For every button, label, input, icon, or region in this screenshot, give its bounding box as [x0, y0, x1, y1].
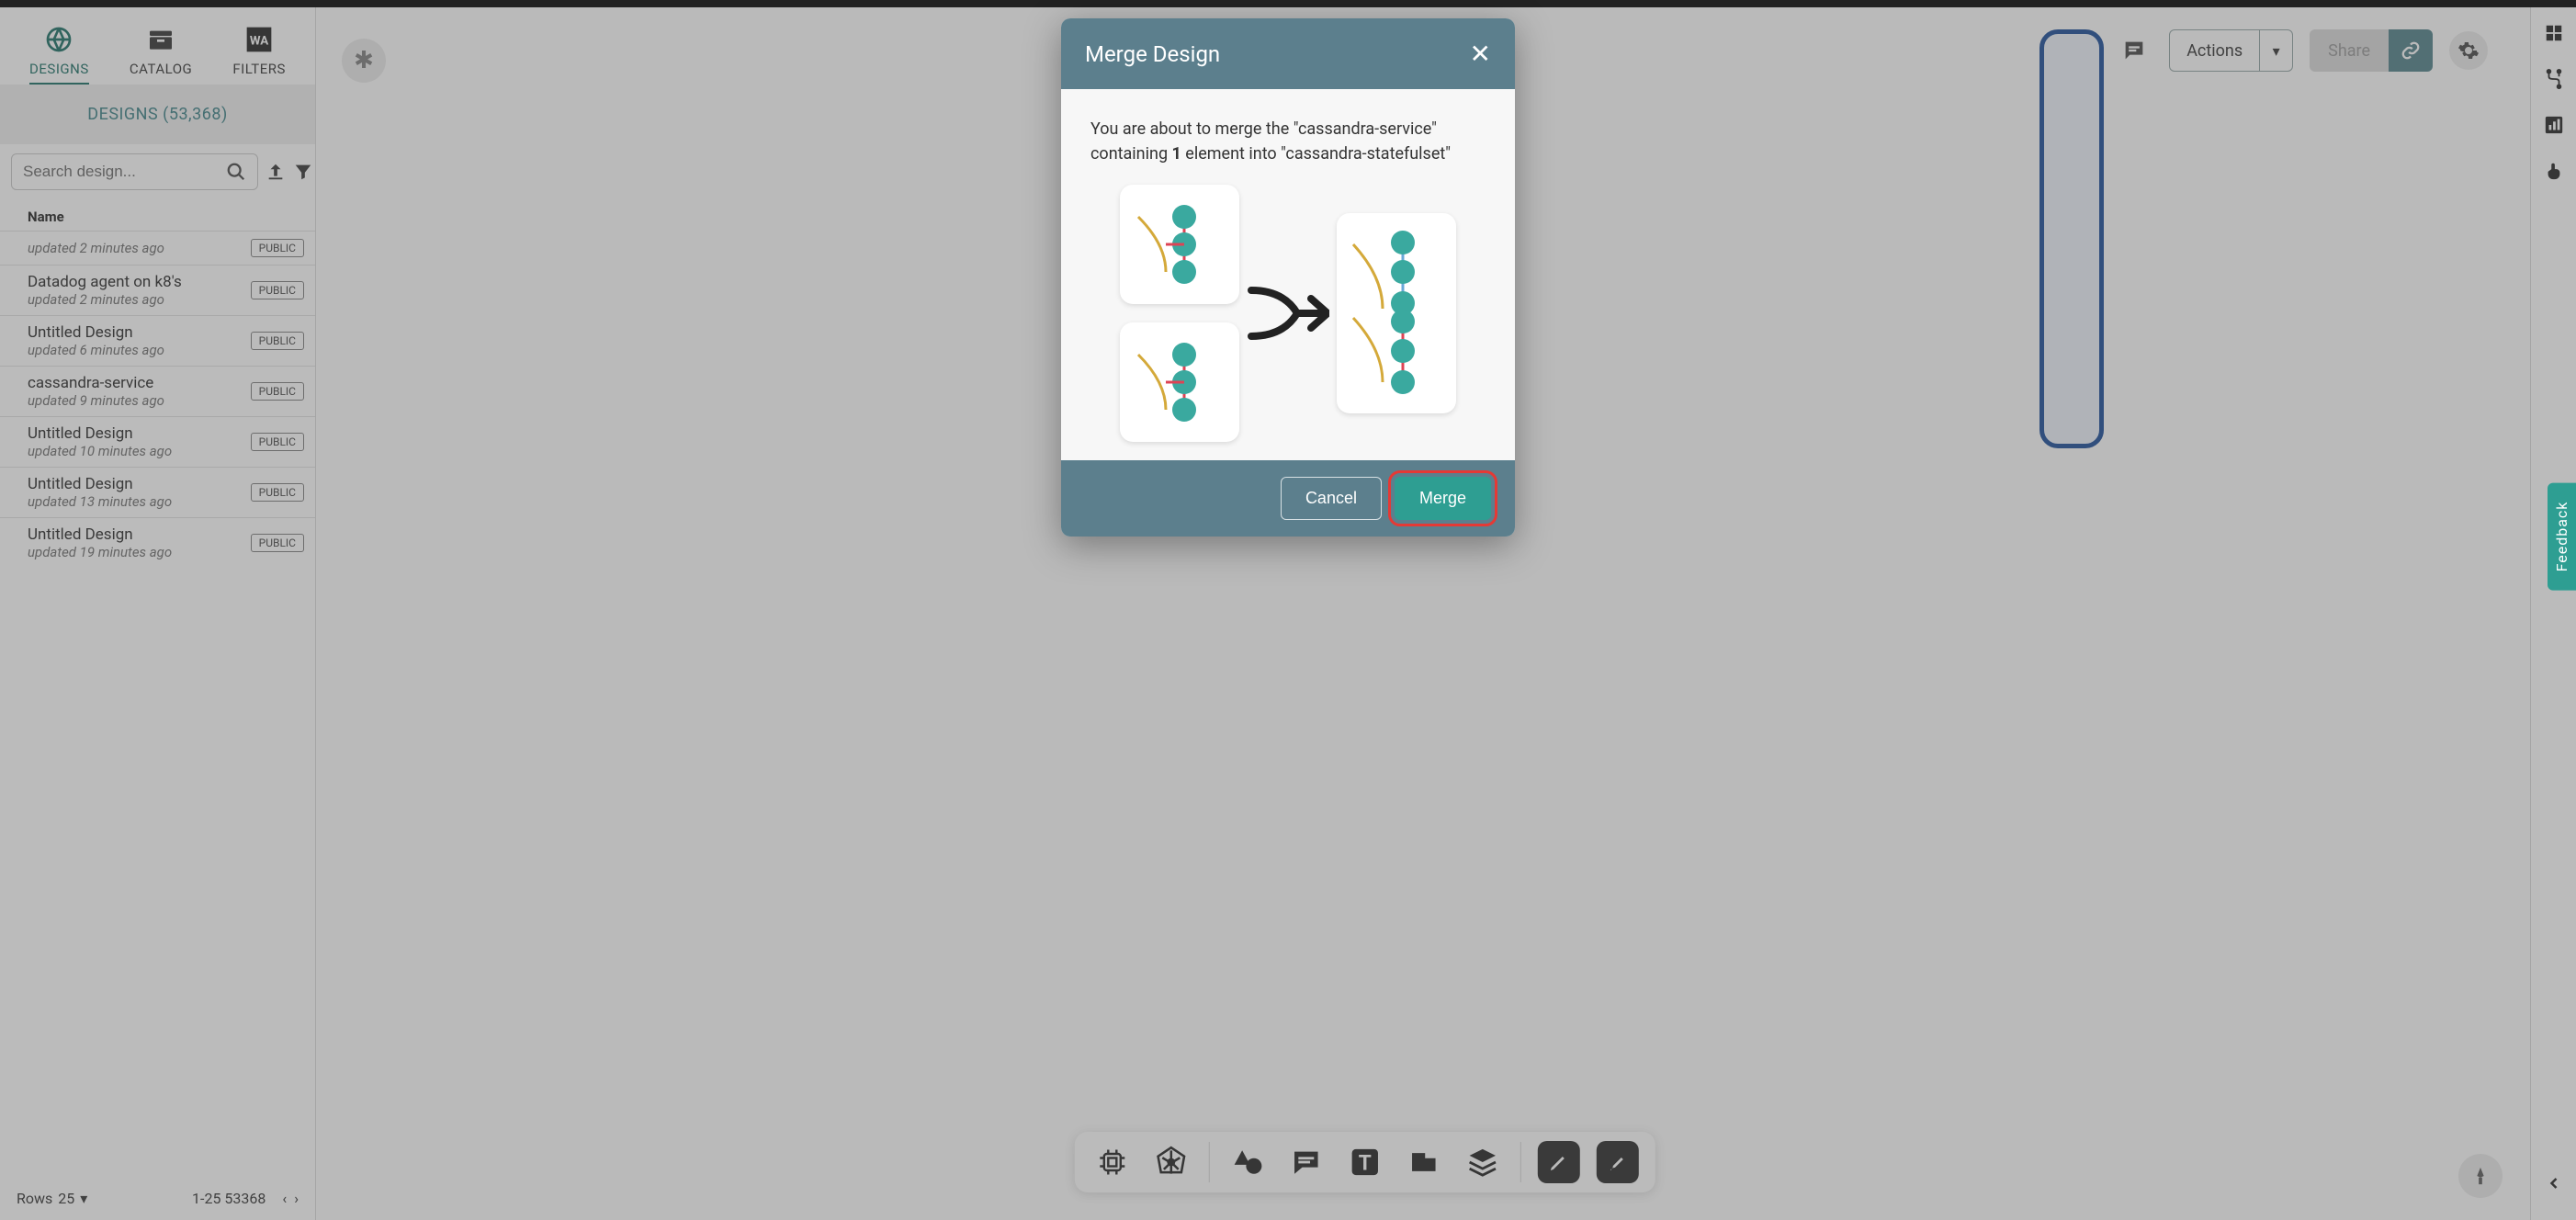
list-header-name: Name [0, 199, 315, 231]
pager: Rows 25 ▾ 1-25 53368 ‹ › [0, 1177, 315, 1220]
share-button[interactable]: Share [2310, 29, 2433, 72]
design-updated: updated 10 minutes ago [28, 443, 172, 459]
canvas-node[interactable] [2039, 29, 2104, 448]
rows-value[interactable]: 25 [58, 1190, 74, 1207]
design-updated: updated 9 minutes ago [28, 392, 164, 409]
list-item[interactable]: Datadog agent on k8's updated 2 minutes … [0, 265, 315, 315]
modal-message: You are about to merge the "cassandra-se… [1090, 117, 1486, 166]
design-list: updated 2 minutes ago PUBLIC Datadog age… [0, 231, 315, 1177]
search-icon [226, 162, 246, 182]
visibility-badge: PUBLIC [251, 382, 304, 401]
arrow-icon [1247, 277, 1329, 350]
page-next-icon[interactable]: › [294, 1190, 299, 1207]
canvas-decoration-icon: ✱ [342, 39, 386, 83]
visibility-badge: PUBLIC [251, 239, 304, 257]
merge-button[interactable]: Merge [1395, 477, 1491, 520]
gear-icon[interactable] [2449, 31, 2488, 70]
list-item[interactable]: Untitled Design updated 10 minutes ago P… [0, 416, 315, 467]
sidebar-tab-label: FILTERS [232, 61, 286, 77]
drawer-icon [145, 24, 176, 55]
upload-icon[interactable] [266, 158, 286, 186]
close-icon[interactable]: ✕ [1470, 39, 1491, 69]
visibility-badge: PUBLIC [251, 433, 304, 451]
text-icon[interactable]: T [1344, 1141, 1386, 1183]
visibility-badge: PUBLIC [251, 281, 304, 299]
cancel-button[interactable]: Cancel [1281, 477, 1382, 520]
comment-icon[interactable] [2116, 32, 2152, 69]
list-item[interactable]: updated 2 minutes ago PUBLIC [0, 231, 315, 265]
design-title: Untitled Design [28, 475, 172, 493]
kubernetes-icon[interactable] [1150, 1141, 1192, 1183]
visibility-badge: PUBLIC [251, 534, 304, 552]
bottom-toolbar: T [1075, 1132, 1655, 1192]
design-title: Untitled Design [28, 323, 164, 342]
list-item[interactable]: Untitled Design updated 6 minutes ago PU… [0, 315, 315, 366]
design-title: Untitled Design [28, 525, 172, 544]
sidebar-tab-label: DESIGNS [29, 61, 89, 85]
aperture-icon [43, 24, 74, 55]
share-label: Share [2310, 29, 2389, 72]
actions-button[interactable]: Actions ▾ [2169, 29, 2293, 72]
page-prev-icon[interactable]: ‹ [282, 1190, 287, 1207]
list-item[interactable]: Untitled Design updated 13 minutes ago P… [0, 467, 315, 517]
collapse-icon[interactable] [2541, 1170, 2567, 1196]
chart-icon[interactable] [2541, 112, 2567, 138]
visibility-badge: PUBLIC [251, 483, 304, 502]
sidebar-tab-label: CATALOG [130, 61, 192, 77]
search-field[interactable] [23, 163, 226, 181]
sidebar-tab-filters[interactable]: WA FILTERS [232, 24, 286, 85]
design-updated: updated 13 minutes ago [28, 493, 172, 510]
wa-icon: WA [243, 24, 275, 55]
tab-icon[interactable] [1403, 1141, 1445, 1183]
feedback-tab[interactable]: Feedback [2548, 483, 2576, 591]
design-title: Datadog agent on k8's [28, 273, 182, 291]
designs-count: DESIGNS (53,368) [0, 85, 315, 144]
chevron-down-icon[interactable]: ▾ [80, 1190, 87, 1207]
shapes-icon[interactable] [1226, 1141, 1269, 1183]
design-title: Untitled Design [28, 424, 172, 443]
pen-badge-icon[interactable] [2458, 1154, 2503, 1198]
feedback-label: Feedback [2553, 502, 2570, 572]
sidebar-tab-catalog[interactable]: CATALOG [130, 24, 192, 85]
actions-label: Actions [2170, 30, 2259, 71]
sidebar-tab-designs[interactable]: DESIGNS [29, 24, 89, 85]
link-icon[interactable] [2389, 29, 2433, 72]
right-rail [2530, 7, 2576, 1220]
pager-range: 1-25 53368 [192, 1190, 266, 1207]
search-input[interactable] [11, 153, 258, 190]
brush-tool-icon[interactable] [1597, 1141, 1639, 1183]
pencil-tool-icon[interactable] [1538, 1141, 1580, 1183]
branch-icon[interactable] [2541, 66, 2567, 92]
list-item[interactable]: cassandra-service updated 9 minutes ago … [0, 366, 315, 416]
rows-label: Rows [17, 1190, 52, 1207]
design-title: cassandra-service [28, 374, 164, 392]
grid-icon[interactable] [2541, 20, 2567, 46]
design-updated: updated 2 minutes ago [28, 291, 182, 308]
merge-modal: Merge Design ✕ You are about to merge th… [1061, 18, 1515, 537]
merge-illustration [1090, 185, 1486, 442]
layers-icon[interactable] [1462, 1141, 1504, 1183]
design-updated: updated 6 minutes ago [28, 342, 164, 358]
chip-icon[interactable] [1091, 1141, 1134, 1183]
modal-title: Merge Design [1085, 41, 1220, 67]
chat-icon[interactable] [1285, 1141, 1328, 1183]
touch-icon[interactable] [2541, 158, 2567, 184]
design-updated: updated 2 minutes ago [28, 240, 164, 256]
design-updated: updated 19 minutes ago [28, 544, 172, 560]
visibility-badge: PUBLIC [251, 332, 304, 350]
svg-text:WA: WA [250, 34, 268, 48]
chevron-down-icon[interactable]: ▾ [2259, 30, 2292, 71]
filter-icon[interactable] [293, 158, 313, 186]
sidebar: DESIGNS CATALOG WA FILTERS DESIGNS (53,3… [0, 7, 316, 1220]
list-item[interactable]: Untitled Design updated 19 minutes ago P… [0, 517, 315, 568]
svg-text:T: T [1359, 1151, 1372, 1176]
